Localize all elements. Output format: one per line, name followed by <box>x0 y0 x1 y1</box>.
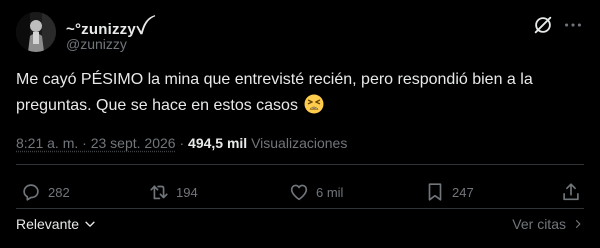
tweet-timestamp-link[interactable]: 8:21 a. m. · 23 sept. 2026 <box>16 135 176 151</box>
divider-top <box>16 164 584 165</box>
chevron-right-icon <box>575 220 581 228</box>
grok-icon[interactable] <box>532 14 554 36</box>
avatar-image <box>16 12 56 52</box>
tired-face-emoji-icon <box>304 94 324 114</box>
bookmark-count: 247 <box>452 184 474 200</box>
reply-sort-dropdown[interactable]: Relevante <box>16 216 97 232</box>
quotes-label: Ver citas <box>512 216 566 232</box>
divider-bottom <box>16 208 584 209</box>
tweet-text: Me cayó PÉSIMO la mina que entrevisté re… <box>16 67 584 119</box>
tweet-time: 8:21 a. m. <box>16 135 79 151</box>
tweet-detail: ~°zunizzyꪜ @zunizzy Me cayó PÉSIMO la mi… <box>0 0 600 248</box>
meta-separator-2: · <box>179 135 185 151</box>
more-options-icon[interactable] <box>562 14 584 36</box>
heart-icon <box>290 184 308 201</box>
like-count: 6 mil <box>316 184 344 200</box>
reply-count: 282 <box>48 184 70 200</box>
repost-button[interactable]: 194 <box>148 180 198 204</box>
views-label: Visualizaciones <box>251 135 348 151</box>
tweet-date: 23 sept. 2026 <box>90 135 176 151</box>
like-button[interactable]: 6 mil <box>288 180 343 204</box>
tweet-meta: 8:21 a. m. · 23 sept. 2026 · 494,5 mil V… <box>16 135 347 151</box>
chevron-down-icon <box>85 221 95 227</box>
reply-button[interactable]: 282 <box>20 180 70 204</box>
avatar[interactable] <box>16 12 56 52</box>
view-quotes-link[interactable]: Ver citas <box>512 216 584 232</box>
share-button[interactable] <box>560 180 582 204</box>
share-icon <box>563 183 579 201</box>
meta-separator: · <box>82 135 87 151</box>
repost-count: 194 <box>176 184 198 200</box>
tweet-text-body: Me cayó PÉSIMO la mina que entrevisté re… <box>16 71 533 114</box>
bookmark-button[interactable]: 247 <box>424 180 474 204</box>
reply-icon <box>23 184 39 201</box>
repost-icon <box>150 185 168 200</box>
sort-label: Relevante <box>16 216 80 232</box>
views-count: 494,5 mil <box>188 135 248 151</box>
author-handle[interactable]: @zunizzy <box>66 36 127 52</box>
bookmark-icon <box>428 183 442 201</box>
